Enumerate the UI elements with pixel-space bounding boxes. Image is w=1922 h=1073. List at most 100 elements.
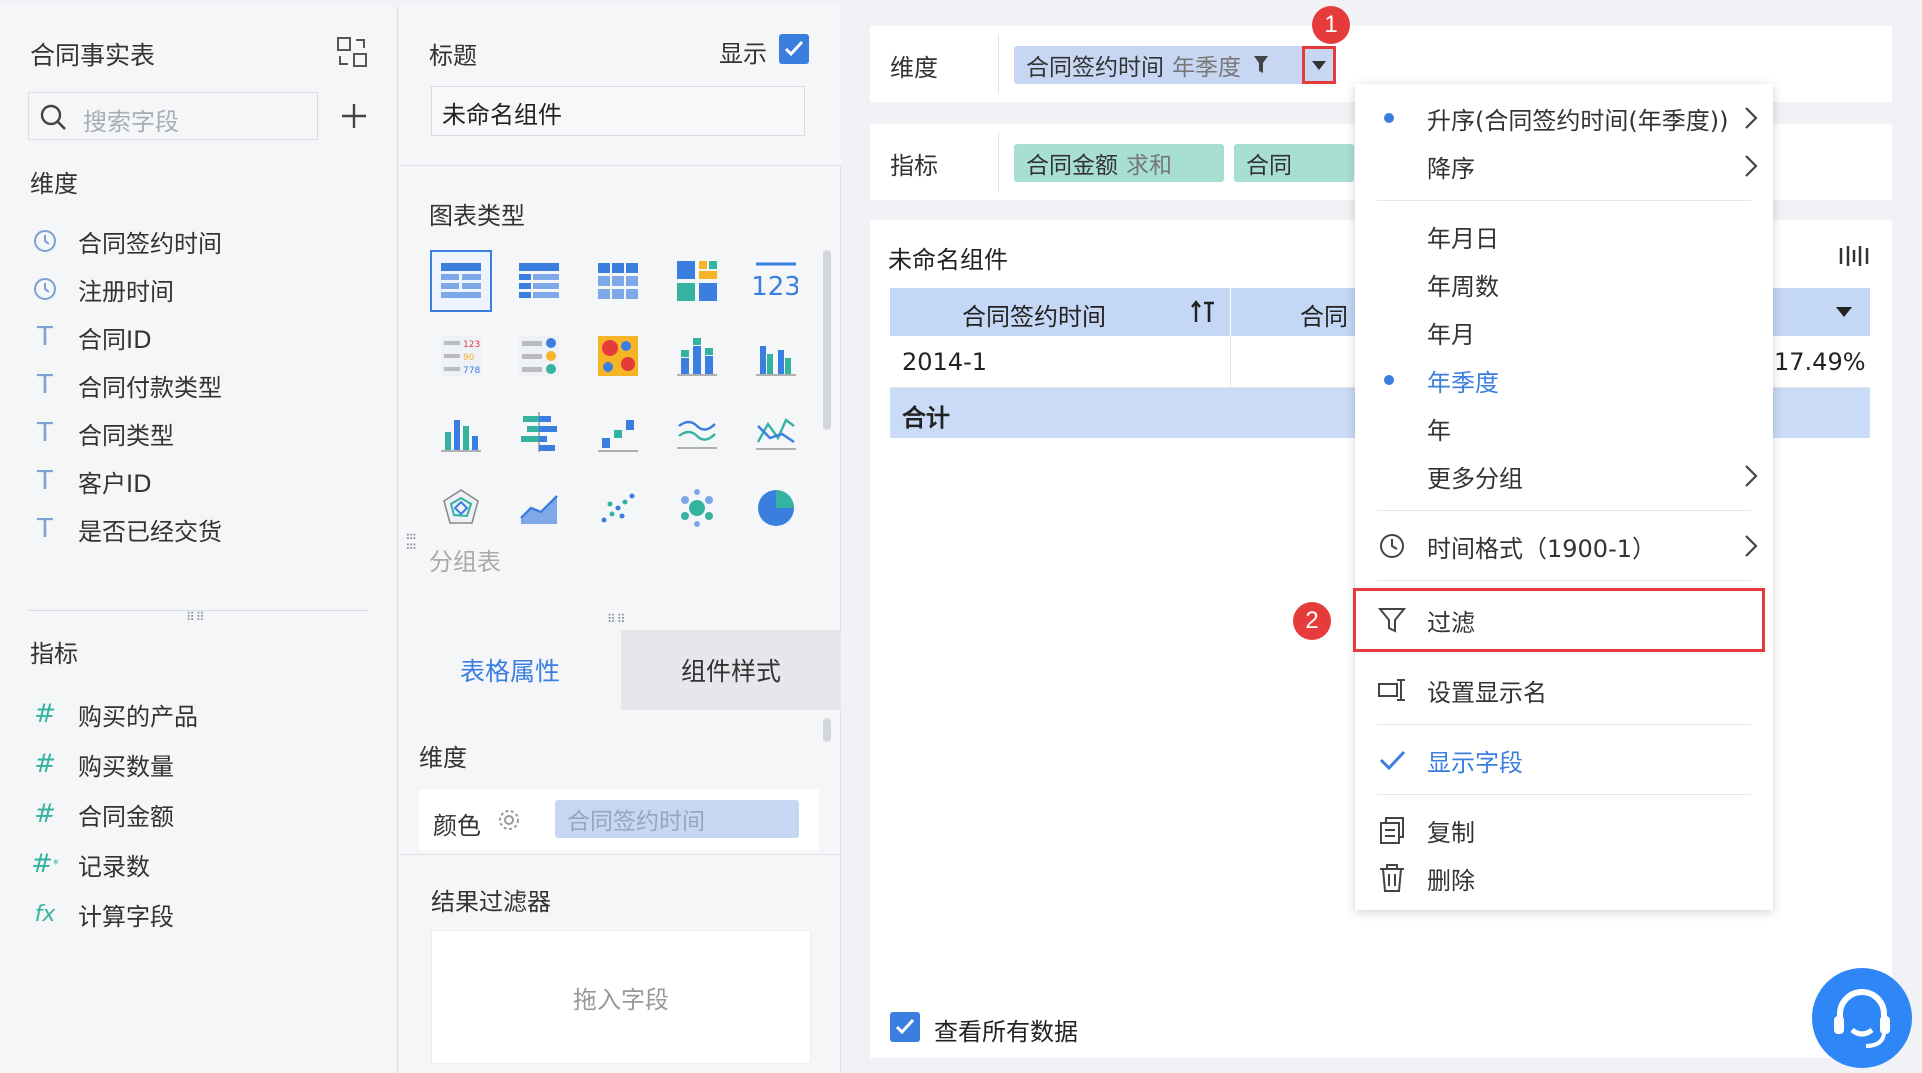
menu-item-group-year-week[interactable]: 年周数 — [1355, 262, 1773, 306]
metric-header: 指标 — [30, 640, 78, 668]
chart-type-hint: 分组表 — [429, 548, 501, 576]
field-item[interactable]: # 合同金额 — [30, 795, 174, 833]
menu-item-filter[interactable]: 过滤 — [1353, 588, 1765, 652]
menu-item-label: 年月 — [1427, 320, 1475, 349]
title-label: 标题 — [429, 42, 477, 70]
menu-separator — [1377, 580, 1751, 581]
properties-scrollbar[interactable] — [823, 718, 831, 742]
menu-item-label: 年月日 — [1427, 224, 1499, 253]
field-item[interactable]: # 购买数量 — [30, 745, 174, 783]
trash-icon — [1377, 863, 1407, 893]
field-item[interactable]: 注册时间 — [30, 270, 174, 308]
step-badge-2: 2 — [1293, 602, 1331, 640]
cross-table-icon[interactable] — [590, 253, 646, 309]
scatter-chart-icon[interactable] — [590, 480, 646, 536]
grouped-bar-icon[interactable] — [748, 328, 804, 384]
gear-icon[interactable] — [497, 808, 521, 832]
drop-hint: 拖入字段 — [573, 985, 669, 1014]
kpi-card-icon[interactable] — [669, 253, 725, 309]
view-all-checkbox[interactable] — [890, 1012, 920, 1042]
panel-grip-icon[interactable]: ⠿⠿ — [403, 532, 417, 552]
resize-grip-icon[interactable]: ⠿⠿ — [186, 610, 206, 624]
field-item[interactable]: T 合同类型 — [30, 414, 174, 452]
menu-item-group-ymd[interactable]: 年月日 — [1355, 214, 1773, 258]
search-input[interactable]: 搜索字段 — [28, 92, 318, 140]
menu-item-copy[interactable]: 复制 — [1355, 808, 1773, 852]
menu-separator — [1377, 200, 1751, 201]
bar-chart-icon[interactable] — [433, 404, 489, 460]
show-title-checkbox[interactable] — [779, 34, 809, 64]
line-chart-icon[interactable] — [669, 404, 725, 460]
radar-chart-icon[interactable] — [433, 480, 489, 536]
menu-item-group-year-month[interactable]: 年月 — [1355, 310, 1773, 354]
dataset-title: 合同事实表 — [30, 41, 156, 70]
menu-item-sort-desc[interactable]: 降序 — [1355, 144, 1773, 188]
customer-support-button[interactable] — [1812, 968, 1912, 1068]
metric-field-pill[interactable]: 合同金额 求和 — [1014, 144, 1224, 182]
menu-item-group-year[interactable]: 年 — [1355, 406, 1773, 450]
triangle-down-icon[interactable] — [1834, 304, 1854, 320]
waterfall-icon[interactable] — [590, 404, 646, 460]
step-badge-1: 1 — [1312, 6, 1350, 44]
detail-table-icon[interactable] — [511, 253, 567, 309]
field-label: 合同类型 — [78, 421, 174, 450]
menu-item-label: 设置显示名 — [1427, 678, 1547, 707]
metric-pill-name: 合同 — [1246, 153, 1292, 179]
svg-text:123: 123 — [754, 272, 798, 301]
indicator-list-icon[interactable] — [511, 328, 567, 384]
column-divider — [1230, 336, 1231, 388]
menu-item-label: 降序 — [1427, 154, 1475, 183]
menu-separator — [1377, 510, 1751, 511]
number-list-icon[interactable]: 123 90 778 — [433, 328, 489, 384]
menu-item-label: 更多分组 — [1427, 464, 1523, 493]
table-header-cell[interactable]: 合同签约时间 — [962, 297, 1106, 332]
resize-grip-icon[interactable]: ⠿⠿ — [607, 612, 627, 626]
bubble-chart-icon[interactable] — [669, 480, 725, 536]
menu-item-time-format[interactable]: 时间格式（1900-1） — [1355, 524, 1773, 568]
grouped-table-icon[interactable] — [430, 250, 492, 312]
tab-component-style[interactable]: 组件样式 — [621, 630, 841, 710]
add-field-button[interactable] — [336, 98, 372, 134]
field-item[interactable]: fx 计算字段 — [30, 895, 174, 933]
pie-chart-icon[interactable] — [748, 480, 804, 536]
title-input[interactable]: 未命名组件 — [431, 86, 805, 136]
menu-item-label: 年周数 — [1427, 272, 1499, 301]
field-item[interactable]: T 客户ID — [30, 462, 152, 500]
field-item[interactable]: # * 记录数 — [30, 845, 150, 883]
menu-item-sort-asc[interactable]: 升序(合同签约时间(年季度)) — [1355, 96, 1773, 140]
switch-dataset-icon[interactable] — [336, 36, 368, 68]
tab-table-properties[interactable]: 表格属性 — [399, 630, 621, 710]
field-label: 购买的产品 — [78, 702, 198, 731]
field-item[interactable]: T 合同ID — [30, 318, 152, 356]
metric-field-pill[interactable]: 合同 — [1234, 144, 1354, 182]
sort-asc-icon[interactable] — [1190, 300, 1216, 324]
combo-line-icon[interactable] — [748, 404, 804, 460]
field-item[interactable]: # 购买的产品 — [30, 695, 198, 733]
horizontal-bar-icon[interactable] — [511, 404, 567, 460]
field-item[interactable]: T 是否已经交货 — [30, 510, 222, 548]
menu-item-group-year-quarter[interactable]: 年季度 — [1355, 358, 1773, 402]
area-chart-icon[interactable] — [511, 480, 567, 536]
chart-settings-icon[interactable] — [1838, 244, 1870, 268]
number-type-icon: # — [34, 799, 56, 829]
dimension-pill-name: 合同签约时间 — [1026, 55, 1164, 81]
number-type-icon: # — [34, 749, 56, 779]
dimension-field-pill[interactable]: 合同签约时间 年季度 — [1014, 46, 1334, 84]
filter-drop-zone[interactable]: 拖入字段 — [431, 930, 811, 1064]
field-item[interactable]: T 合同付款类型 — [30, 366, 222, 404]
menu-item-delete[interactable]: 删除 — [1355, 856, 1773, 900]
search-icon — [39, 103, 67, 131]
stacked-bar-icon[interactable] — [669, 328, 725, 384]
field-item[interactable]: 合同签约时间 — [30, 222, 222, 260]
heatmap-icon[interactable] — [590, 328, 646, 384]
chart-types-scrollbar[interactable] — [823, 250, 831, 430]
number-widget-icon[interactable]: 123 — [748, 253, 804, 309]
dimension-dropdown-menu: 升序(合同签约时间(年季度)) 降序 年月日 年周数 年月 年季度 年 更多分组… — [1353, 84, 1773, 910]
color-setting-row: 颜色 合同签约时间 — [419, 790, 819, 850]
menu-item-more-groups[interactable]: 更多分组 — [1355, 454, 1773, 498]
table-header-cell[interactable]: 合同 — [1300, 297, 1348, 332]
menu-item-show-field[interactable]: 显示字段 — [1355, 738, 1773, 782]
color-field-pill[interactable]: 合同签约时间 — [555, 800, 799, 838]
menu-item-set-display-name[interactable]: 设置显示名 — [1355, 668, 1773, 712]
dimension-dropdown-button[interactable] — [1302, 46, 1336, 84]
